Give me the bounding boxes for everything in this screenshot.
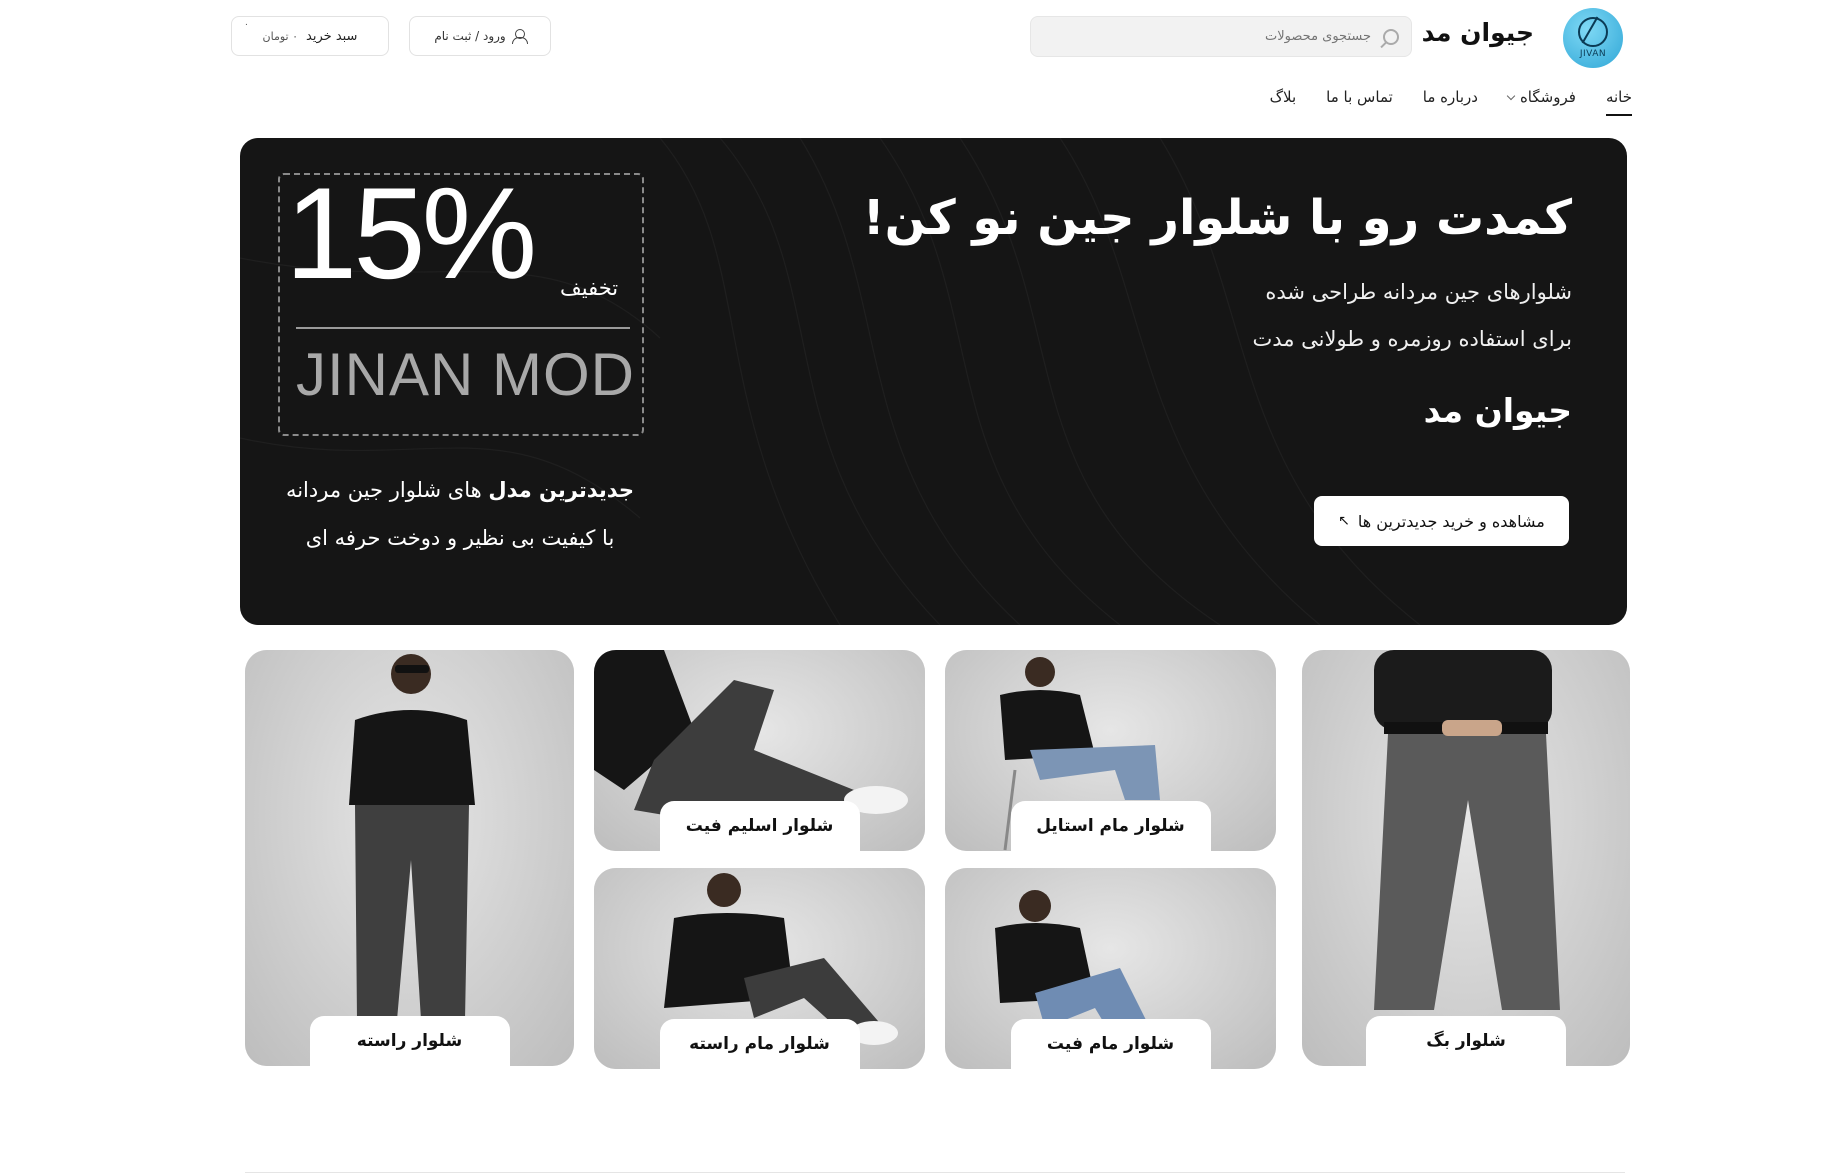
- search-icon[interactable]: [1383, 28, 1399, 45]
- site-logo[interactable]: JIVAN: [1563, 8, 1623, 68]
- category-card-straight[interactable]: شلوار راسته: [245, 650, 574, 1066]
- cart-label: سبد خرید: [306, 28, 358, 44]
- nav-item-home[interactable]: خانه: [1605, 88, 1632, 116]
- discount-percent: 15%: [285, 160, 537, 306]
- discount-label: تخفیف: [560, 276, 619, 300]
- logo-text: JIVAN: [1579, 49, 1607, 59]
- category-label: شلوار بگ: [1366, 1016, 1566, 1066]
- hero-banner: 15% تخفیف JINAN MOD جدیدترین مدل های شلو…: [240, 138, 1627, 625]
- category-card-mom-fit[interactable]: شلوار مام فیت: [945, 868, 1276, 1069]
- cart-button[interactable]: سبد خرید ۰ تومان: [231, 16, 389, 56]
- brand-name[interactable]: جیوان مد: [1422, 18, 1534, 47]
- hero-subtitle-1: شلوارهای جین مردانه طراحی شده: [1265, 280, 1572, 304]
- category-card-bag[interactable]: شلوار بگ: [1302, 650, 1630, 1066]
- model-figure: [1374, 650, 1560, 1010]
- hero-title: کمدت رو با شلوار جین نو کن!: [862, 190, 1573, 246]
- category-label: شلوار راسته: [309, 1016, 510, 1066]
- category-label: شلوار مام فیت: [1010, 1019, 1211, 1069]
- logo-emblem-icon: [1578, 17, 1608, 47]
- category-label: شلوار مام استایل: [1010, 801, 1211, 851]
- main-nav: خانه فروشگاه درباره ما تماس با ما بلاگ: [1270, 88, 1632, 116]
- user-icon: [511, 29, 528, 44]
- brand-latin: JINAN MOD: [296, 341, 635, 408]
- category-label: شلوار مام راسته: [659, 1019, 860, 1069]
- category-card-slim-fit[interactable]: شلوار اسلیم فیت: [594, 650, 925, 851]
- nav-item-blog[interactable]: بلاگ: [1270, 88, 1297, 116]
- nav-item-contact[interactable]: تماس با ما: [1326, 88, 1393, 116]
- promo-bold: جدیدترین مدل: [488, 478, 635, 502]
- cta-label: مشاهده و خرید جدیدترین ها: [1357, 511, 1545, 531]
- cart-total: ۰ تومان: [262, 29, 299, 43]
- category-card-mom-style[interactable]: شلوار مام استایل: [945, 650, 1276, 851]
- model-figure: [349, 654, 475, 1020]
- chevron-down-icon: [1506, 91, 1516, 101]
- login-label: ورود / ثبت نام: [434, 29, 506, 43]
- nav-item-about[interactable]: درباره ما: [1423, 88, 1478, 116]
- category-label: شلوار اسلیم فیت: [659, 801, 860, 851]
- nav-item-shop[interactable]: فروشگاه: [1506, 88, 1576, 116]
- cart-count-badge: ۰: [244, 20, 249, 30]
- login-button[interactable]: ورود / ثبت نام: [409, 16, 551, 56]
- nav-item-shop-label: فروشگاه: [1519, 88, 1576, 106]
- promo-line-2: با کیفیت بی نظیر و دوخت حرفه ای: [305, 526, 615, 550]
- arrow-up-left-icon: ↖: [1338, 513, 1350, 529]
- shop-newest-button[interactable]: مشاهده و خرید جدیدترین ها ↖: [1314, 496, 1569, 546]
- category-card-mom-straight[interactable]: شلوار مام راسته: [594, 868, 925, 1069]
- promo-line-1: جدیدترین مدل های شلوار جین مردانه: [280, 478, 640, 502]
- search-input[interactable]: [1043, 28, 1373, 45]
- badge-divider: [296, 327, 630, 329]
- search-box[interactable]: [1030, 16, 1412, 57]
- promo-rest: های شلوار جین مردانه: [285, 478, 489, 502]
- hero-brand: جیوان مد: [1423, 391, 1572, 430]
- hero-subtitle-2: برای استفاده روزمره و طولانی مدت: [1252, 327, 1572, 351]
